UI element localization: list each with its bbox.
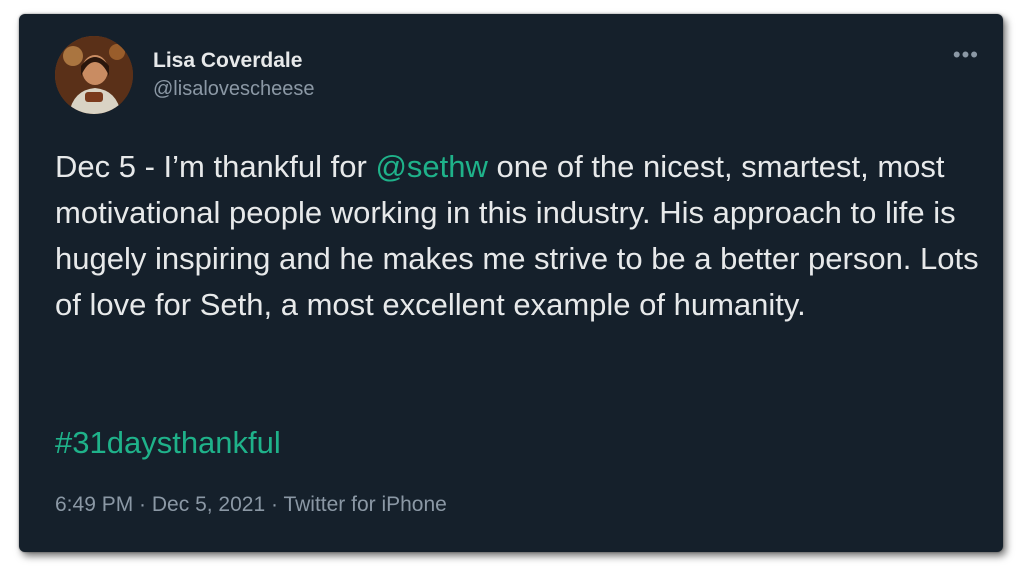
more-options-icon[interactable]: •••: [953, 44, 979, 66]
author-handle[interactable]: @lisalovescheese: [153, 76, 315, 102]
tweet-text: Dec 5 - I’m thankful for @sethw one of t…: [55, 144, 985, 328]
avatar-photo-icon: [55, 36, 133, 114]
avatar[interactable]: [55, 36, 133, 114]
tweet-card: Lisa Coverdale @lisalovescheese ••• Dec …: [19, 14, 1003, 552]
tweet-header: Lisa Coverdale @lisalovescheese: [55, 36, 315, 114]
hashtag-link[interactable]: #31daysthankful: [55, 425, 281, 460]
tweet-meta: 6:49 PM · Dec 5, 2021 · Twitter for iPho…: [55, 492, 447, 518]
tweet-time[interactable]: 6:49 PM: [55, 493, 133, 516]
mention-link[interactable]: @sethw: [375, 149, 487, 184]
author-display-name[interactable]: Lisa Coverdale: [153, 48, 315, 74]
tweet-text-part1: Dec 5 - I’m thankful for: [55, 149, 376, 184]
meta-separator: ·: [133, 493, 152, 516]
author-names: Lisa Coverdale @lisalovescheese: [153, 48, 315, 102]
tweet-source[interactable]: Twitter for iPhone: [283, 493, 446, 516]
hashtag-line: #31daysthankful: [55, 420, 281, 466]
meta-separator: ·: [265, 493, 284, 516]
tweet-date[interactable]: Dec 5, 2021: [152, 493, 265, 516]
